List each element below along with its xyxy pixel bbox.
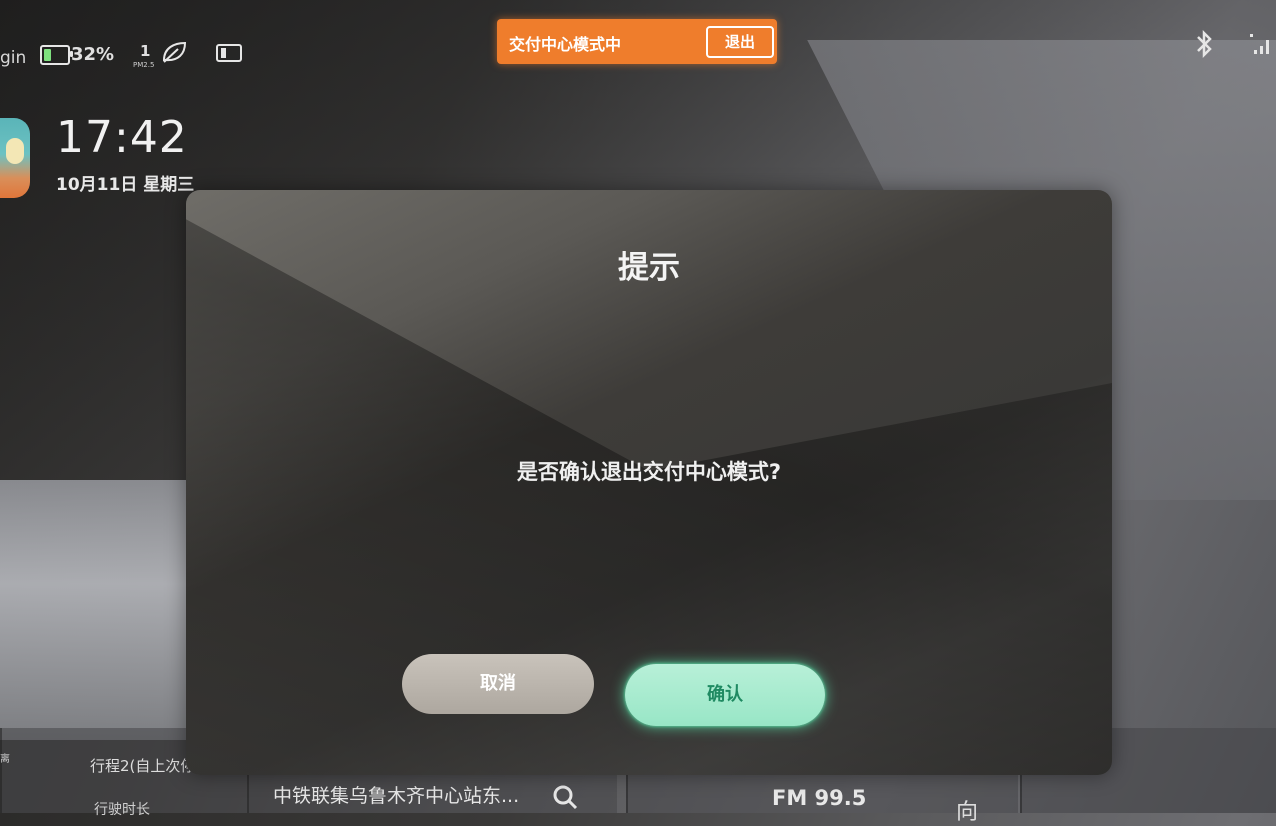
dialog-title: 提示 — [618, 250, 680, 286]
signal-icon — [1250, 34, 1269, 54]
status-bar: gin 32% 1 PM2.5 交付中心模式中 退出 — [0, 0, 1276, 95]
delivery-mode-text: 交付中心模式中 — [509, 35, 622, 54]
trip-duration-label: 行驶时长 — [94, 802, 150, 818]
dock-right-glyph: 向 — [956, 800, 979, 825]
radio-station[interactable]: FM 99.5 — [772, 786, 866, 810]
app-widget-thumbnail[interactable] — [0, 118, 30, 198]
battery-percent: 32% — [71, 44, 115, 65]
search-icon[interactable] — [552, 784, 578, 810]
dock-edge-text: 离 — [0, 754, 10, 765]
battery-fill — [44, 49, 52, 61]
background-left-panel — [0, 480, 200, 740]
delivery-mode-banner: 交付中心模式中 退出 — [497, 19, 777, 64]
pm25-value: 1 — [140, 42, 151, 60]
leaf-icon — [162, 41, 187, 63]
cancel-button[interactable]: 取消 — [402, 654, 594, 714]
confirm-button[interactable]: 确认 — [625, 664, 825, 726]
exit-delivery-mode-button[interactable]: 退出 — [706, 26, 774, 58]
navigation-destination[interactable]: 中铁联集乌鲁木齐中心站东... — [273, 781, 519, 808]
app-widget-dot — [6, 138, 24, 164]
screen-mirror-icon[interactable] — [215, 43, 243, 63]
dialog-message: 是否确认退出交付中心模式? — [516, 460, 782, 484]
clock-date: 10月11日 星期三 — [56, 175, 195, 195]
bluetooth-icon — [1197, 29, 1212, 59]
pm25-label: PM2.5 — [133, 61, 155, 69]
login-text: gin — [0, 48, 27, 68]
battery-icon — [40, 45, 73, 65]
clock-time: 17:42 — [56, 112, 188, 163]
confirm-dialog: 提示 是否确认退出交付中心模式? 取消 确认 — [186, 190, 1112, 775]
